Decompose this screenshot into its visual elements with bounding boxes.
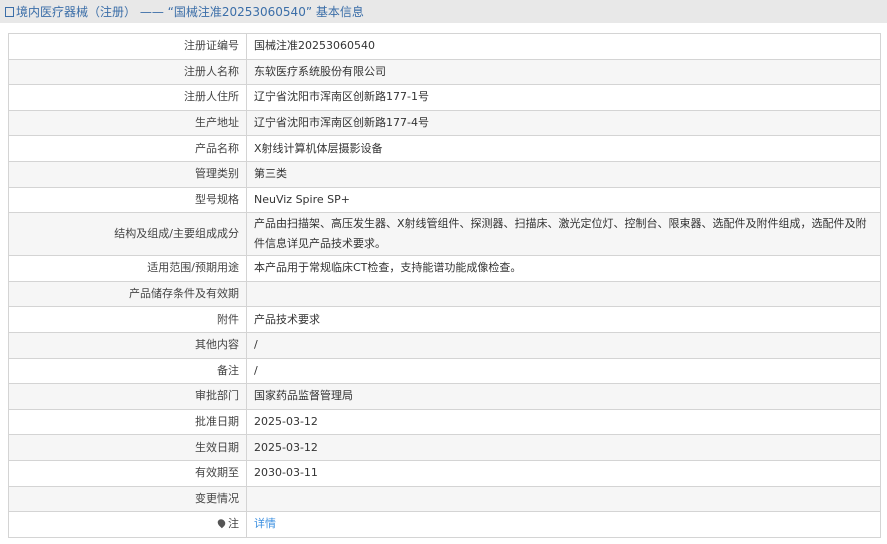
row-label: 产品名称 (8, 135, 247, 162)
table-row: 备注 / (8, 357, 881, 385)
row-value: 产品由扫描架、高压发生器、X射线管组件、探测器、扫描床、激光定位灯、控制台、限束… (246, 212, 881, 257)
row-label: 批准日期 (8, 408, 247, 436)
row-label: 变更情况 (8, 485, 247, 513)
row-label: 有效期至 (8, 459, 247, 487)
pin-icon (216, 518, 227, 529)
row-label: 生效日期 (8, 434, 247, 461)
page-header: 境内医疗器械（注册） —— “国械注准20253060540” 基本信息 (0, 0, 887, 23)
row-label: 备注 (8, 357, 247, 385)
row-value (246, 485, 881, 513)
row-label: 型号规格 (8, 186, 247, 214)
row-label: 产品储存条件及有效期 (8, 280, 247, 308)
row-value: NeuViz Spire SP+ (246, 186, 881, 214)
row-value: 详情 (246, 511, 881, 538)
row-value: 辽宁省沈阳市浑南区创新路177-1号 (246, 84, 881, 111)
table-row: 其他内容 / (8, 331, 881, 359)
row-value: 辽宁省沈阳市浑南区创新路177-4号 (246, 109, 881, 137)
row-value: / (246, 357, 881, 385)
row-label: 其他内容 (8, 331, 247, 359)
row-label: 注 (8, 511, 247, 538)
page-title: 境内医疗器械（注册） —— “国械注准20253060540” 基本信息 (16, 5, 364, 19)
row-value: 第三类 (246, 160, 881, 188)
row-value: X射线计算机体层摄影设备 (246, 135, 881, 162)
table-row: 管理类别 第三类 (8, 160, 881, 188)
row-value: 2030-03-11 (246, 459, 881, 487)
table-row: 结构及组成/主要组成成分 产品由扫描架、高压发生器、X射线管组件、探测器、扫描床、… (8, 212, 881, 257)
row-value: 国家药品监督管理局 (246, 383, 881, 410)
table-row: 附件 产品技术要求 (8, 306, 881, 333)
table-row: 注册证编号 国械注准20253060540 (8, 33, 881, 60)
details-link[interactable]: 详情 (254, 517, 276, 530)
row-label: 注册人住所 (8, 84, 247, 111)
table-row: 变更情况 (8, 485, 881, 513)
table-row: 型号规格 NeuViz Spire SP+ (8, 186, 881, 214)
info-table: 注册证编号 国械注准20253060540 注册人名称 东软医疗系统股份有限公司 注册人… (8, 33, 881, 538)
table-row: 批准日期 2025-03-12 (8, 408, 881, 436)
row-label: 注册证编号 (8, 33, 247, 60)
row-label: 注册人名称 (8, 58, 247, 86)
table-row: 注册人名称 东软医疗系统股份有限公司 (8, 58, 881, 86)
row-value: 本产品用于常规临床CT检查，支持能谱功能成像检查。 (246, 255, 881, 282)
row-label: 结构及组成/主要组成成分 (8, 212, 247, 257)
table-row: 产品名称 X射线计算机体层摄影设备 (8, 135, 881, 162)
table-row: 生效日期 2025-03-12 (8, 434, 881, 461)
row-label: 适用范围/预期用途 (8, 255, 247, 282)
row-value: 东软医疗系统股份有限公司 (246, 58, 881, 86)
row-label: 管理类别 (8, 160, 247, 188)
row-value: 2025-03-12 (246, 434, 881, 461)
document-icon (5, 6, 14, 17)
row-value: 2025-03-12 (246, 408, 881, 436)
row-value (246, 280, 881, 308)
row-value: / (246, 331, 881, 359)
table-row: 注详情 (8, 511, 881, 538)
row-label: 生产地址 (8, 109, 247, 137)
row-label: 审批部门 (8, 383, 247, 410)
row-label: 附件 (8, 306, 247, 333)
row-value: 国械注准20253060540 (246, 33, 881, 60)
table-row: 生产地址 辽宁省沈阳市浑南区创新路177-4号 (8, 109, 881, 137)
row-value: 产品技术要求 (246, 306, 881, 333)
table-row: 有效期至 2030-03-11 (8, 459, 881, 487)
table-row: 审批部门 国家药品监督管理局 (8, 383, 881, 410)
table-row: 注册人住所 辽宁省沈阳市浑南区创新路177-1号 (8, 84, 881, 111)
table-row: 适用范围/预期用途 本产品用于常规临床CT检查，支持能谱功能成像检查。 (8, 255, 881, 282)
table-row: 产品储存条件及有效期 (8, 280, 881, 308)
